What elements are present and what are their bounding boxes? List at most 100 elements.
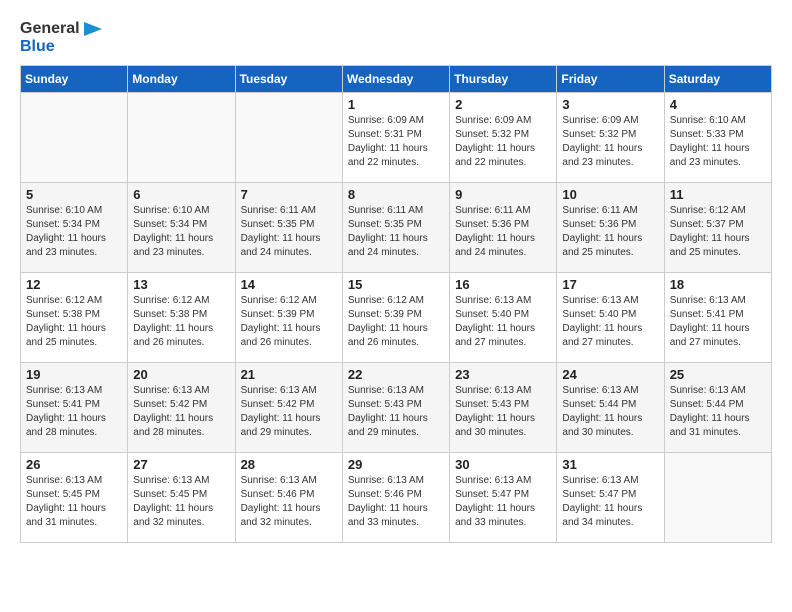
week-row-2: 12 Sunrise: 6:12 AM Sunset: 5:38 PM Dayli…	[21, 273, 772, 363]
week-row-1: 5 Sunrise: 6:10 AM Sunset: 5:34 PM Daylig…	[21, 183, 772, 273]
day-number: 12	[26, 277, 122, 292]
day-cell: 2 Sunrise: 6:09 AM Sunset: 5:32 PM Daylig…	[450, 93, 557, 183]
week-row-3: 19Sunrise: 6:13 AM Sunset: 5:41 PM Dayli…	[21, 363, 772, 453]
day-info: Sunrise: 6:11 AM Sunset: 5:35 PM Dayligh…	[348, 204, 444, 260]
logo-general: General	[20, 20, 102, 38]
calendar-table: SundayMondayTuesdayWednesdayThursdayFrid…	[20, 65, 772, 543]
day-cell: 9Sunrise: 6:11 AM Sunset: 5:36 PM Daylig…	[450, 183, 557, 273]
day-cell	[664, 453, 771, 543]
day-number: 5	[26, 187, 122, 202]
day-info: Sunrise: 6:12 AM Sunset: 5:39 PM Dayligh…	[348, 294, 444, 350]
day-cell: 13 Sunrise: 6:12 AM Sunset: 5:38 PM Dayli…	[128, 273, 235, 363]
day-cell: 8 Sunrise: 6:11 AM Sunset: 5:35 PM Daylig…	[342, 183, 449, 273]
day-info: Sunrise: 6:13 AM Sunset: 5:42 PM Dayligh…	[241, 384, 337, 440]
day-cell: 15Sunrise: 6:12 AM Sunset: 5:39 PM Dayli…	[342, 273, 449, 363]
day-info: Sunrise: 6:13 AM Sunset: 5:44 PM Dayligh…	[670, 384, 766, 440]
day-number: 19	[26, 367, 122, 382]
logo-arrow-icon	[84, 22, 102, 36]
header-cell-tuesday: Tuesday	[235, 66, 342, 93]
day-number: 30	[455, 457, 551, 472]
day-number: 13	[133, 277, 229, 292]
day-info: Sunrise: 6:10 AM Sunset: 5:33 PM Dayligh…	[670, 114, 766, 170]
day-info: Sunrise: 6:11 AM Sunset: 5:35 PM Dayligh…	[241, 204, 337, 260]
day-info: Sunrise: 6:13 AM Sunset: 5:47 PM Dayligh…	[455, 474, 551, 530]
day-number: 1	[348, 97, 444, 112]
day-cell: 3Sunrise: 6:09 AM Sunset: 5:32 PM Daylig…	[557, 93, 664, 183]
day-cell: 26Sunrise: 6:13 AM Sunset: 5:45 PM Dayli…	[21, 453, 128, 543]
day-cell: 16 Sunrise: 6:13 AM Sunset: 5:40 PM Dayli…	[450, 273, 557, 363]
day-number: 24	[562, 367, 658, 382]
day-info: Sunrise: 6:13 AM Sunset: 5:46 PM Dayligh…	[348, 474, 444, 530]
day-cell: 12 Sunrise: 6:12 AM Sunset: 5:38 PM Dayli…	[21, 273, 128, 363]
day-number: 4	[670, 97, 766, 112]
day-info: Sunrise: 6:10 AM Sunset: 5:34 PM Dayligh…	[133, 204, 229, 260]
calendar-body: 1 Sunrise: 6:09 AM Sunset: 5:31 PM Daylig…	[21, 93, 772, 543]
day-number: 16	[455, 277, 551, 292]
day-cell: 6Sunrise: 6:10 AM Sunset: 5:34 PM Daylig…	[128, 183, 235, 273]
day-cell: 31Sunrise: 6:13 AM Sunset: 5:47 PM Dayli…	[557, 453, 664, 543]
day-cell: 19Sunrise: 6:13 AM Sunset: 5:41 PM Dayli…	[21, 363, 128, 453]
day-info: Sunrise: 6:09 AM Sunset: 5:31 PM Dayligh…	[348, 114, 444, 170]
day-cell: 5 Sunrise: 6:10 AM Sunset: 5:34 PM Daylig…	[21, 183, 128, 273]
header: General Blue	[20, 20, 772, 55]
day-info: Sunrise: 6:13 AM Sunset: 5:40 PM Dayligh…	[455, 294, 551, 350]
day-cell: 10 Sunrise: 6:11 AM Sunset: 5:36 PM Dayli…	[557, 183, 664, 273]
day-number: 14	[241, 277, 337, 292]
day-info: Sunrise: 6:12 AM Sunset: 5:38 PM Dayligh…	[26, 294, 122, 350]
day-number: 3	[562, 97, 658, 112]
day-number: 22	[348, 367, 444, 382]
day-info: Sunrise: 6:13 AM Sunset: 5:44 PM Dayligh…	[562, 384, 658, 440]
day-number: 8	[348, 187, 444, 202]
header-cell-monday: Monday	[128, 66, 235, 93]
day-cell: 24 Sunrise: 6:13 AM Sunset: 5:44 PM Dayli…	[557, 363, 664, 453]
day-number: 27	[133, 457, 229, 472]
day-cell: 1 Sunrise: 6:09 AM Sunset: 5:31 PM Daylig…	[342, 93, 449, 183]
day-cell: 28 Sunrise: 6:13 AM Sunset: 5:46 PM Dayli…	[235, 453, 342, 543]
day-cell: 22 Sunrise: 6:13 AM Sunset: 5:43 PM Dayli…	[342, 363, 449, 453]
calendar-header: SundayMondayTuesdayWednesdayThursdayFrid…	[21, 66, 772, 93]
day-info: Sunrise: 6:13 AM Sunset: 5:41 PM Dayligh…	[670, 294, 766, 350]
day-cell: 20 Sunrise: 6:13 AM Sunset: 5:42 PM Dayli…	[128, 363, 235, 453]
day-info: Sunrise: 6:09 AM Sunset: 5:32 PM Dayligh…	[455, 114, 551, 170]
day-cell: 4 Sunrise: 6:10 AM Sunset: 5:33 PM Daylig…	[664, 93, 771, 183]
day-number: 9	[455, 187, 551, 202]
header-cell-sunday: Sunday	[21, 66, 128, 93]
day-number: 29	[348, 457, 444, 472]
header-cell-saturday: Saturday	[664, 66, 771, 93]
day-number: 21	[241, 367, 337, 382]
day-info: Sunrise: 6:13 AM Sunset: 5:43 PM Dayligh…	[455, 384, 551, 440]
day-info: Sunrise: 6:13 AM Sunset: 5:47 PM Dayligh…	[562, 474, 658, 530]
day-cell	[235, 93, 342, 183]
logo: General Blue	[20, 20, 102, 55]
day-info: Sunrise: 6:11 AM Sunset: 5:36 PM Dayligh…	[562, 204, 658, 260]
day-cell: 17Sunrise: 6:13 AM Sunset: 5:40 PM Dayli…	[557, 273, 664, 363]
day-cell: 21 Sunrise: 6:13 AM Sunset: 5:42 PM Dayli…	[235, 363, 342, 453]
day-info: Sunrise: 6:13 AM Sunset: 5:43 PM Dayligh…	[348, 384, 444, 440]
day-number: 2	[455, 97, 551, 112]
day-info: Sunrise: 6:12 AM Sunset: 5:37 PM Dayligh…	[670, 204, 766, 260]
day-info: Sunrise: 6:13 AM Sunset: 5:46 PM Dayligh…	[241, 474, 337, 530]
day-cell	[128, 93, 235, 183]
header-row: SundayMondayTuesdayWednesdayThursdayFrid…	[21, 66, 772, 93]
header-cell-friday: Friday	[557, 66, 664, 93]
day-info: Sunrise: 6:12 AM Sunset: 5:38 PM Dayligh…	[133, 294, 229, 350]
day-cell: 27Sunrise: 6:13 AM Sunset: 5:45 PM Dayli…	[128, 453, 235, 543]
day-number: 11	[670, 187, 766, 202]
day-number: 28	[241, 457, 337, 472]
day-number: 7	[241, 187, 337, 202]
day-number: 23	[455, 367, 551, 382]
day-cell: 11 Sunrise: 6:12 AM Sunset: 5:37 PM Dayli…	[664, 183, 771, 273]
day-number: 20	[133, 367, 229, 382]
day-number: 10	[562, 187, 658, 202]
day-cell: 25Sunrise: 6:13 AM Sunset: 5:44 PM Dayli…	[664, 363, 771, 453]
header-cell-thursday: Thursday	[450, 66, 557, 93]
week-row-0: 1 Sunrise: 6:09 AM Sunset: 5:31 PM Daylig…	[21, 93, 772, 183]
day-cell: 14Sunrise: 6:12 AM Sunset: 5:39 PM Dayli…	[235, 273, 342, 363]
day-cell: 30 Sunrise: 6:13 AM Sunset: 5:47 PM Dayli…	[450, 453, 557, 543]
day-info: Sunrise: 6:13 AM Sunset: 5:40 PM Dayligh…	[562, 294, 658, 350]
day-info: Sunrise: 6:13 AM Sunset: 5:42 PM Dayligh…	[133, 384, 229, 440]
day-number: 26	[26, 457, 122, 472]
day-cell: 29 Sunrise: 6:13 AM Sunset: 5:46 PM Dayli…	[342, 453, 449, 543]
day-number: 18	[670, 277, 766, 292]
day-info: Sunrise: 6:10 AM Sunset: 5:34 PM Dayligh…	[26, 204, 122, 260]
